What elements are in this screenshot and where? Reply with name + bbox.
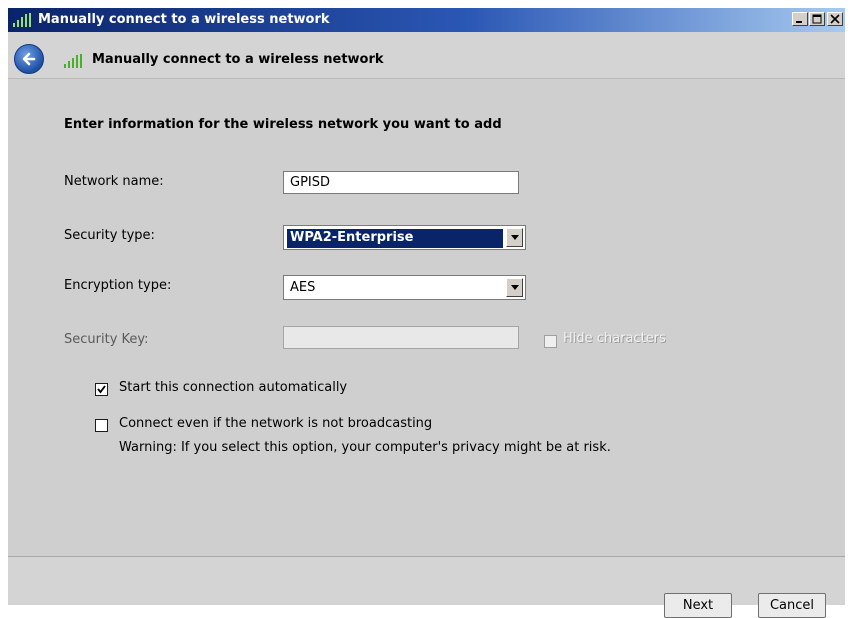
back-arrow-icon <box>22 52 36 66</box>
close-button[interactable] <box>827 12 843 26</box>
window-title: Manually connect to a wireless network <box>38 12 330 27</box>
wizard-header: Manually connect to a wireless network <box>8 32 845 78</box>
encryption-type-value: AES <box>290 280 316 295</box>
minimize-icon <box>796 21 802 23</box>
chevron-down-icon <box>511 235 519 240</box>
hide-characters-label: Hide characters <box>563 331 666 346</box>
encryption-type-label: Encryption type: <box>64 278 172 293</box>
encryption-type-dropdown[interactable]: AES <box>283 275 526 300</box>
start-automatically-checkbox[interactable] <box>95 383 108 396</box>
connect-not-broadcasting-label: Connect even if the network is not broad… <box>119 416 433 431</box>
start-automatically-label: Start this connection automatically <box>119 380 348 395</box>
maximize-button[interactable] <box>809 12 825 26</box>
page-title: Manually connect to a wireless network <box>92 52 384 67</box>
network-name-label: Network name: <box>64 174 164 189</box>
form-instructions: Enter information for the wireless netwo… <box>64 117 502 132</box>
security-type-label: Security type: <box>64 228 155 243</box>
title-bar[interactable]: Manually connect to a wireless network <box>8 8 845 32</box>
network-name-input[interactable]: GPISD <box>283 171 519 194</box>
chevron-down-icon <box>511 285 519 290</box>
security-type-value: WPA2-Enterprise <box>287 229 503 248</box>
cancel-button[interactable]: Cancel <box>758 593 826 618</box>
minimize-button[interactable] <box>792 12 808 26</box>
dropdown-arrow[interactable] <box>506 278 523 297</box>
security-key-label: Security Key: <box>64 332 149 347</box>
wireless-signal-icon <box>64 54 82 68</box>
maximize-icon <box>812 14 822 24</box>
security-type-dropdown[interactable]: WPA2-Enterprise <box>283 225 526 250</box>
connect-not-broadcasting-checkbox[interactable] <box>95 419 108 432</box>
checkmark-icon <box>97 385 106 394</box>
wireless-signal-icon <box>13 13 31 27</box>
form-area: Enter information for the wireless netwo… <box>8 78 845 557</box>
dialog-window: Manually connect to a wireless network M… <box>8 8 845 618</box>
privacy-warning-text: Warning: If you select this option, your… <box>119 440 611 455</box>
next-button[interactable]: Next <box>664 593 732 618</box>
dropdown-arrow[interactable] <box>506 228 523 247</box>
security-key-input[interactable] <box>283 326 519 349</box>
button-bar: Next Cancel <box>8 556 845 618</box>
close-icon <box>830 14 840 24</box>
back-button[interactable] <box>14 44 44 74</box>
hide-characters-checkbox[interactable] <box>544 335 557 348</box>
